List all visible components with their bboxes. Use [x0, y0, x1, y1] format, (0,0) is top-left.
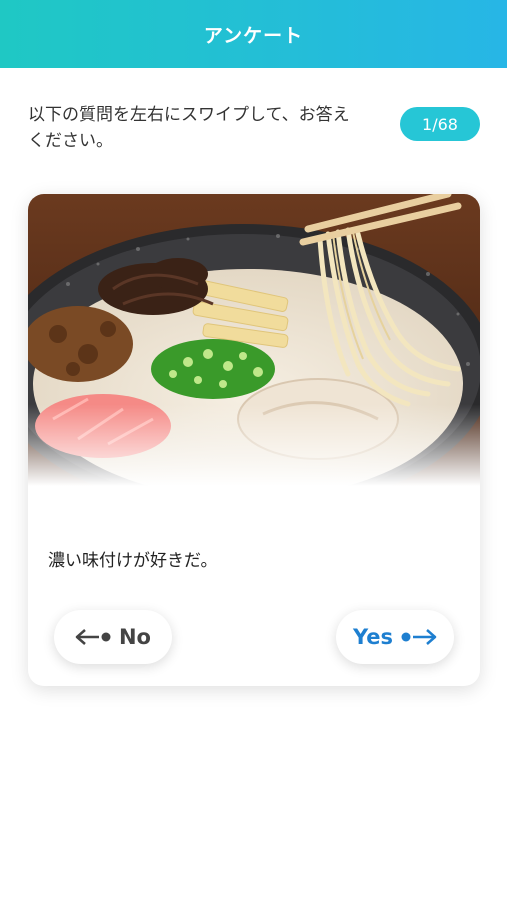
page-title: アンケート — [203, 24, 304, 47]
no-button-label: No — [118, 625, 151, 649]
arrow-right-dot-icon — [401, 628, 437, 646]
question-text: 濃い味付けが好きだ。 — [48, 551, 218, 571]
yes-button[interactable]: Yes — [336, 610, 454, 664]
no-button[interactable]: No — [54, 610, 172, 664]
app-header: アンケート — [0, 0, 507, 68]
instruction-text: 以下の質問を左右にスワイプして、お答えください。 — [28, 105, 350, 151]
yes-button-label: Yes — [352, 625, 394, 649]
question-card[interactable]: 濃い味付けが好きだ。 No Yes — [28, 194, 480, 686]
arrow-left-dot-icon — [75, 628, 111, 646]
ramen-photo — [28, 194, 480, 486]
progress-counter-badge: 1/68 — [400, 107, 480, 141]
